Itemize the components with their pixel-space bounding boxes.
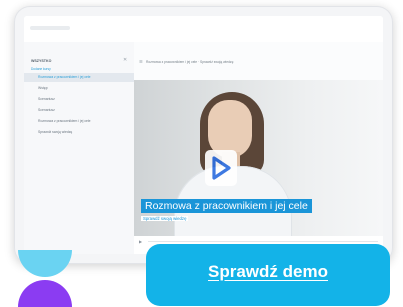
breadcrumb: Rozmowa z pracownikiem i jej cele · Spra…: [146, 60, 234, 64]
lesson-main: ☰ Rozmowa z pracownikiem i jej cele · Sp…: [134, 42, 383, 254]
app-topbar: [24, 16, 383, 43]
sidebar-subtitle: Dodane kursy: [31, 67, 51, 71]
decor-purple-semicircle: [18, 280, 72, 307]
sidebar-title: WSZYSTKO: [31, 59, 52, 63]
tablet-frame: WSZYSTKO ✕ Dodane kursy Rozmowa z pracow…: [14, 6, 393, 264]
sidebar-item-2[interactable]: Wstęp: [24, 84, 134, 93]
demo-button-label: Sprawdź demo: [208, 262, 328, 281]
progress-bar[interactable]: [148, 241, 378, 242]
sidebar-item-1[interactable]: Rozmowa z pracownikiem i jej cele: [24, 73, 134, 82]
sidebar-item-3[interactable]: Scenariusz: [24, 95, 134, 104]
video-caption-sub: Sprawdź swoją wiedzę: [141, 216, 189, 221]
decor-cyan-semicircle: [18, 250, 72, 277]
play-icon: [212, 156, 231, 180]
sidebar-item-4[interactable]: Scenariusz: [24, 106, 134, 115]
menu-icon[interactable]: ☰: [139, 59, 143, 64]
sidebar-item-6[interactable]: Sprawdź swoją wiedzę: [24, 128, 134, 137]
app-screen: WSZYSTKO ✕ Dodane kursy Rozmowa z pracow…: [24, 16, 383, 254]
close-icon[interactable]: ✕: [123, 57, 127, 63]
demo-button[interactable]: Sprawdź demo: [146, 244, 390, 306]
video-player[interactable]: Rozmowa z pracownikiem i jej cele Sprawd…: [134, 80, 383, 236]
play-small-icon[interactable]: ▶: [139, 239, 142, 244]
sidebar-item-5[interactable]: Rozmowa z pracownikiem i jej cele: [24, 117, 134, 126]
course-sidebar: WSZYSTKO ✕ Dodane kursy Rozmowa z pracow…: [24, 42, 135, 254]
video-caption: Rozmowa z pracownikiem i jej cele: [141, 199, 312, 213]
play-button[interactable]: [205, 150, 237, 186]
topbar-placeholder: [30, 26, 70, 30]
